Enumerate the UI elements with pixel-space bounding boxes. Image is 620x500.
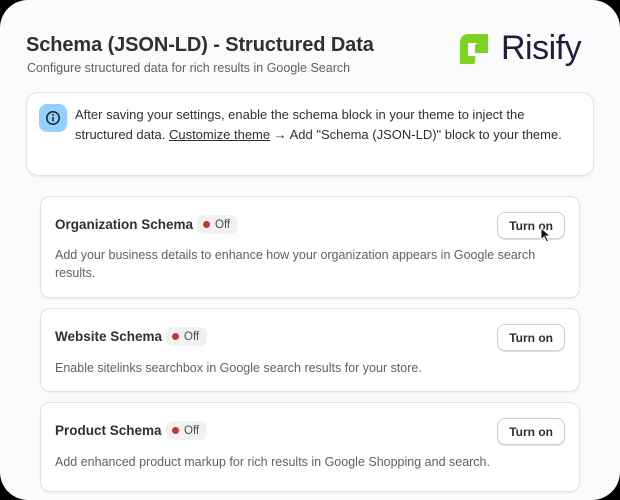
status-label: Off	[215, 218, 231, 231]
product-schema-card: Product Schema Off Turn on Add enhanced …	[40, 402, 580, 492]
customize-theme-link[interactable]: Customize theme	[169, 127, 270, 142]
card-description: Add enhanced product markup for rich res…	[55, 455, 490, 469]
info-banner: After saving your settings, enable the s…	[26, 92, 594, 176]
status-label: Off	[184, 330, 200, 343]
status-badge: Off	[197, 215, 239, 234]
banner-text: After saving your settings, enable the s…	[75, 105, 585, 145]
info-icon	[39, 104, 67, 132]
card-title: Organization Schema	[55, 217, 194, 232]
status-dot-icon	[203, 221, 210, 228]
card-description: Enable sitelinks searchbox in Google sea…	[55, 361, 422, 375]
logo-text: Risify	[501, 29, 582, 67]
status-badge: Off	[166, 327, 208, 346]
status-dot-icon	[172, 427, 179, 434]
organization-schema-card: Organization Schema Off Turn on Add your…	[40, 196, 580, 298]
risify-logo: Risify	[455, 29, 582, 67]
banner-text-after: → Add "Schema (JSON-LD)" block to your t…	[270, 127, 562, 142]
status-label: Off	[184, 424, 200, 437]
product-turn-on-button[interactable]: Turn on	[497, 418, 565, 445]
website-schema-card: Website Schema Off Turn on Enable siteli…	[40, 308, 580, 392]
page-title: Schema (JSON-LD) - Structured Data	[26, 34, 374, 56]
app-window: Schema (JSON-LD) - Structured Data Confi…	[0, 0, 620, 500]
page-subtitle: Configure structured data for rich resul…	[27, 61, 351, 75]
organization-turn-on-button[interactable]: Turn on	[497, 212, 565, 239]
card-description: Add your business details to enhance how…	[55, 248, 536, 280]
website-turn-on-button[interactable]: Turn on	[497, 324, 565, 351]
card-title: Website Schema	[55, 329, 163, 344]
risify-logo-icon	[460, 34, 488, 64]
status-dot-icon	[172, 333, 179, 340]
status-badge: Off	[166, 421, 208, 440]
mouse-cursor-icon	[540, 227, 552, 243]
card-title: Product Schema	[55, 423, 162, 438]
